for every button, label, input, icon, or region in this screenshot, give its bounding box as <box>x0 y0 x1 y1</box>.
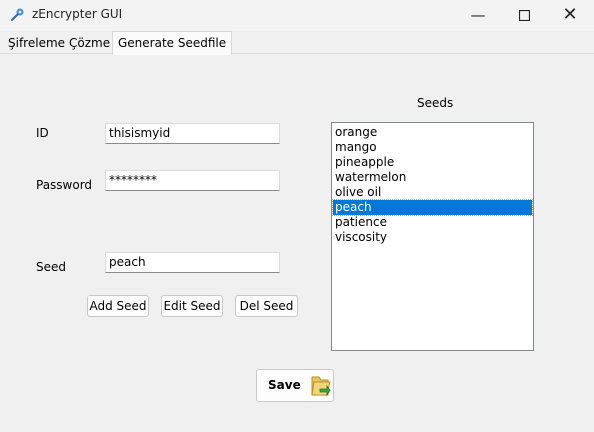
list-item[interactable]: olive oil <box>333 185 532 200</box>
folder-save-icon <box>311 376 331 397</box>
minimize-button[interactable]: — <box>455 0 501 31</box>
id-label: ID <box>36 126 49 140</box>
tab-strip: Şifreleme Çözme Generate Seedfile <box>0 31 594 55</box>
add-seed-button[interactable]: Add Seed <box>87 295 149 317</box>
seeds-title: Seeds <box>417 96 454 110</box>
tab-cozme[interactable]: Çözme <box>66 34 113 53</box>
list-item-selected[interactable]: peach <box>332 199 533 216</box>
window-title: zEncrypter GUI <box>32 7 123 21</box>
list-item[interactable]: watermelon <box>333 170 532 185</box>
save-label: Save <box>268 378 301 392</box>
minimize-icon: — <box>470 6 486 24</box>
close-button[interactable]: ✕ <box>547 0 593 31</box>
list-item[interactable]: pineapple <box>333 155 532 170</box>
id-field[interactable]: thisismyid <box>105 123 280 144</box>
list-item[interactable]: mango <box>333 140 532 155</box>
title-bar: zEncrypter GUI — ✕ <box>0 0 594 31</box>
list-item[interactable]: patience <box>333 215 532 230</box>
password-field[interactable]: ******** <box>105 170 280 191</box>
seeds-listbox[interactable]: orange mango pineapple watermelon olive … <box>331 122 534 351</box>
maximize-icon <box>518 9 530 22</box>
save-button[interactable]: Save <box>256 369 334 402</box>
del-seed-button[interactable]: Del Seed <box>235 295 298 317</box>
close-icon: ✕ <box>562 4 578 25</box>
tab-generate-seedfile[interactable]: Generate Seedfile <box>112 31 233 55</box>
list-item[interactable]: viscosity <box>333 230 532 245</box>
list-item[interactable]: orange <box>333 125 532 140</box>
key-wrench-icon <box>10 8 24 22</box>
tab-sifreleme[interactable]: Şifreleme <box>5 34 68 53</box>
password-label: Password <box>36 178 93 192</box>
seed-field[interactable]: peach <box>105 252 280 273</box>
edit-seed-button[interactable]: Edit Seed <box>161 295 223 317</box>
maximize-button[interactable] <box>501 0 547 31</box>
seed-label: Seed <box>36 260 66 274</box>
